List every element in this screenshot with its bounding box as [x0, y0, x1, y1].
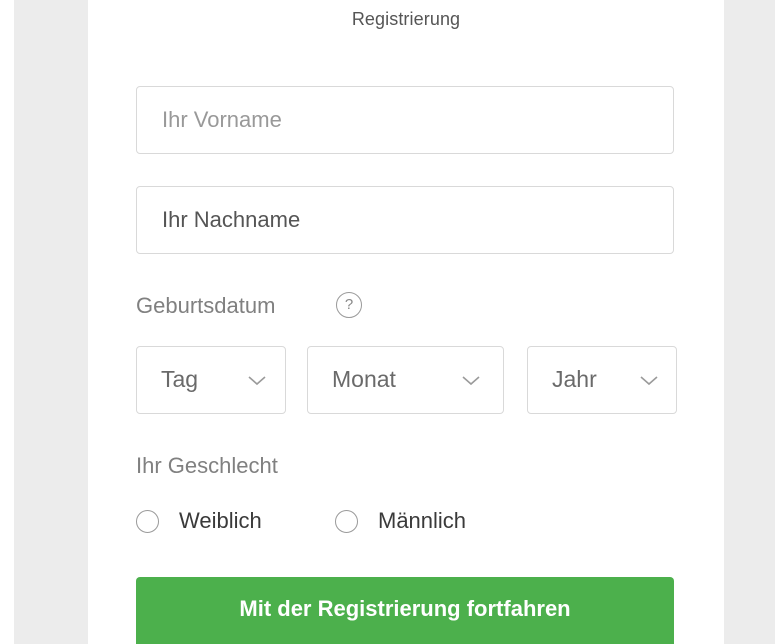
month-select-label: Monat [332, 366, 396, 392]
year-select-label: Jahr [552, 366, 597, 392]
firstname-field[interactable] [136, 86, 674, 154]
radio-male-label[interactable]: Männlich [378, 508, 466, 534]
radio-female-label[interactable]: Weiblich [179, 508, 262, 534]
firstname-input[interactable] [137, 87, 673, 153]
day-select[interactable]: Tag [136, 346, 286, 414]
year-select[interactable]: Jahr [527, 346, 677, 414]
chevron-down-icon [640, 376, 658, 386]
chevron-down-icon [462, 376, 480, 386]
month-select[interactable]: Monat [307, 346, 504, 414]
help-icon[interactable]: ? [336, 292, 362, 318]
registration-card: Registrierung Geburtsdatum ? Tag Monat J… [88, 0, 724, 644]
gender-label: Ihr Geschlecht [136, 453, 278, 478]
lastname-input[interactable] [137, 187, 673, 253]
form-title: Registrierung [351, 9, 461, 29]
left-gutter [0, 0, 14, 644]
submit-button[interactable]: Mit der Registrierung fortfahren [136, 577, 674, 644]
radio-female[interactable] [136, 510, 159, 533]
day-select-label: Tag [161, 366, 199, 392]
lastname-field[interactable] [136, 186, 674, 254]
birthdate-label: Geburtsdatum [136, 293, 276, 318]
radio-male[interactable] [335, 510, 358, 533]
chevron-down-icon [248, 376, 266, 386]
